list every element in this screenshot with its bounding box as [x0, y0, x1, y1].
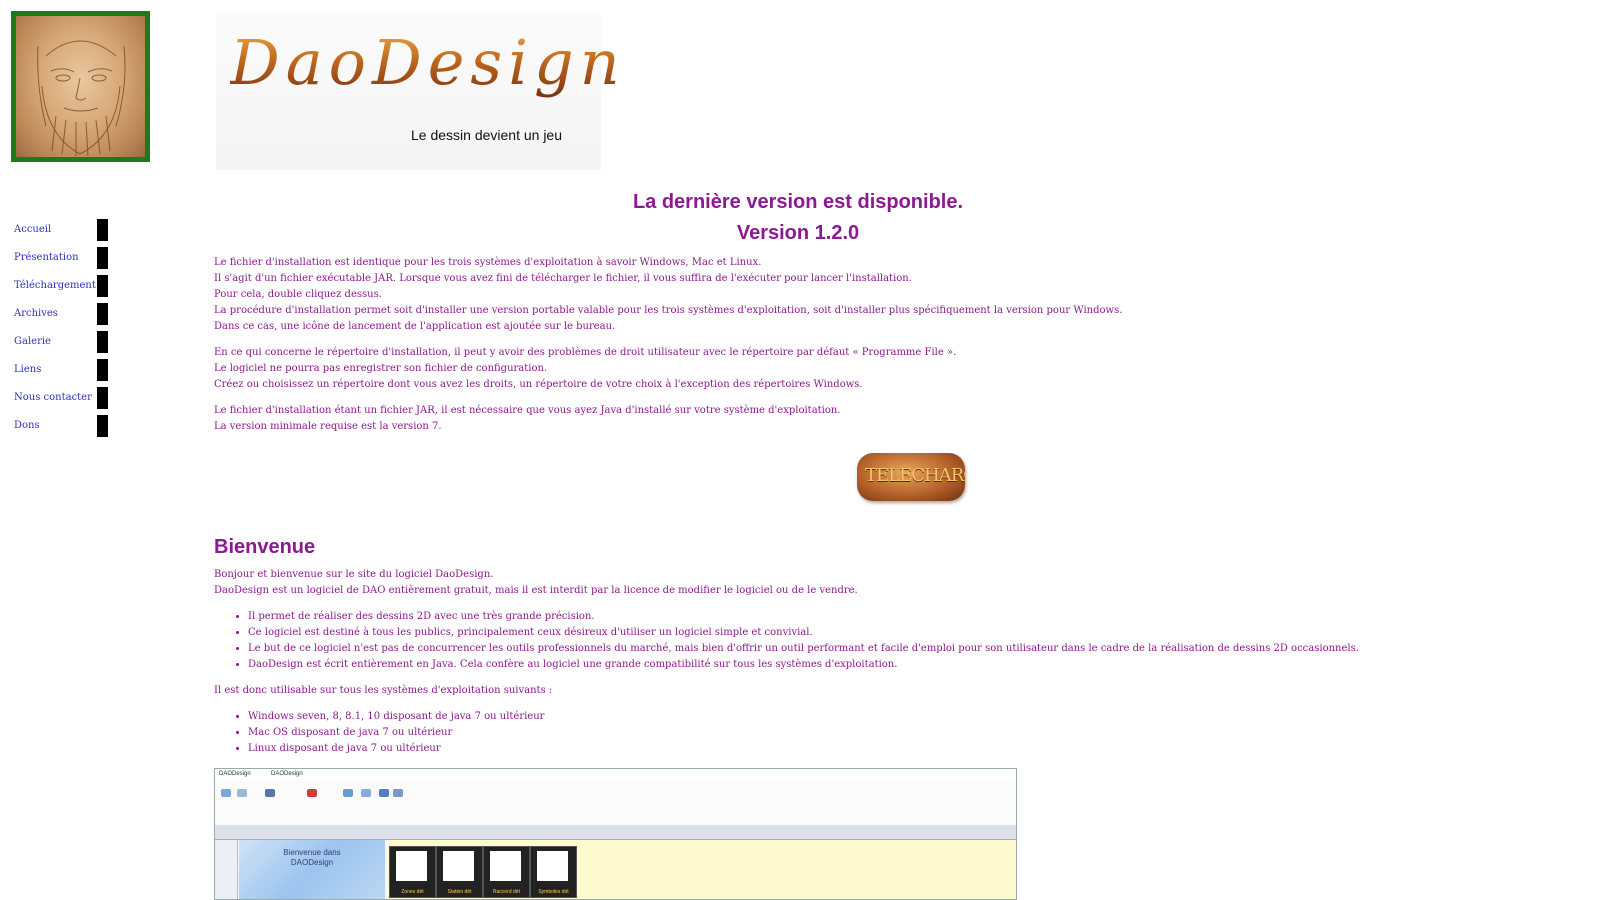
os-intro: Il est donc utilisable sur tous les syst…	[214, 685, 553, 696]
portrait-drawing	[16, 16, 145, 157]
ribbon-icon	[343, 789, 353, 797]
install-paragraph-3: Le fichier d'installation étant un fichi…	[214, 403, 1554, 435]
portrait-sketch	[37, 40, 126, 157]
screenshot-canvas: Zones dét Station dét Raccord dét Symbol…	[387, 840, 1016, 899]
announcement: La dernière version est disponible. Vers…	[0, 187, 1382, 249]
download-area: TELECHARGER	[214, 453, 1554, 517]
thumbnail-label: Symboles dét	[538, 889, 569, 895]
feature-list: Il permet de réaliser des dessins 2D ave…	[214, 609, 1554, 673]
sidebar-item-telechargement[interactable]: Téléchargement	[14, 275, 108, 297]
list-item: Le but de ce logiciel n'est pas de concu…	[248, 641, 1554, 657]
announcement-version: Version 1.2.0	[736, 222, 860, 244]
sidebar-item-liens[interactable]: Liens	[14, 359, 108, 381]
list-item: DaoDesign est écrit entièrement en Java.…	[248, 657, 1554, 673]
download-button-label: TELECHARGER	[865, 465, 965, 486]
ribbon-icon	[265, 789, 275, 797]
text-line: La procédure d'installation permet soit …	[214, 305, 1123, 316]
portrait-image	[11, 11, 150, 162]
screenshot-app-name: DAODesign	[271, 771, 303, 777]
screenshot-welcome-panel: Bienvenue dans DAODesign	[239, 840, 385, 899]
logo-title: DaoDesign	[230, 26, 626, 99]
screenshot-tool-panel	[215, 840, 238, 899]
screenshot-welcome-line: DAODesign	[290, 858, 334, 867]
ribbon-icon	[237, 789, 247, 797]
text-line: Pour cela, double cliquez dessus.	[214, 289, 382, 300]
sidebar-item-presentation[interactable]: Présentation	[14, 247, 108, 269]
text-line: DaoDesign est un logiciel de DAO entière…	[214, 585, 858, 596]
sidebar-item-galerie[interactable]: Galerie	[14, 331, 108, 353]
text-line: Le fichier d'installation étant un fichi…	[214, 405, 841, 416]
ribbon-icon	[379, 789, 389, 797]
download-button[interactable]: TELECHARGER	[857, 453, 965, 501]
list-item: Mac OS disposant de java 7 ou ultérieur	[248, 725, 1554, 741]
announcement-line: La dernière version est disponible.	[632, 191, 964, 213]
screenshot-window-title: DAODesign	[219, 771, 251, 777]
text-line: Il s'agit d'un fichier exécutable JAR. L…	[214, 273, 912, 284]
app-screenshot: DAODesign DAODesign Bienvenue dans DAODe…	[214, 768, 1017, 900]
ribbon-icon	[361, 789, 371, 797]
welcome-title: Bienvenue	[214, 536, 316, 558]
screenshot-titlebar: DAODesign DAODesign	[215, 769, 1016, 781]
install-paragraph-2: En ce qui concerne le répertoire d'insta…	[214, 345, 1554, 393]
thumbnail-label: Raccord dét	[493, 889, 520, 895]
text-line: En ce qui concerne le répertoire d'insta…	[214, 347, 957, 358]
text-line: Dans ce cas, une icône de lancement de l…	[214, 321, 616, 332]
screenshot-thumbnail: Symboles dét	[530, 846, 577, 898]
site-logo[interactable]: DaoDesign Le dessin devient un jeu	[216, 12, 620, 170]
screenshot-thumbnail: Station dét	[436, 846, 483, 898]
welcome-intro: Bonjour et bienvenue sur le site du logi…	[214, 567, 1554, 599]
thumbnail-label: Zones dét	[401, 889, 424, 895]
main-content: La dernière version est disponible. Vers…	[214, 187, 1554, 767]
screenshot-ribbon	[215, 781, 1016, 826]
sidebar-nav: Accueil Présentation Téléchargement Arch…	[14, 219, 108, 443]
list-item: Il permet de réaliser des dessins 2D ave…	[248, 609, 1554, 625]
text-line: La version minimale requise est la versi…	[214, 421, 442, 432]
text-line: Le logiciel ne pourra pas enregistrer so…	[214, 363, 548, 374]
list-item: Linux disposant de java 7 ou ultérieur	[248, 741, 1554, 757]
list-item: Ce logiciel est destiné à tous les publi…	[248, 625, 1554, 641]
sidebar-item-nous-contacter[interactable]: Nous contacter	[14, 387, 108, 409]
list-item: Windows seven, 8, 8.1, 10 disposant de j…	[248, 709, 1554, 725]
ribbon-icon	[393, 789, 403, 797]
screenshot-thumbnail: Zones dét	[389, 846, 436, 898]
sidebar-item-dons[interactable]: Dons	[14, 415, 108, 437]
os-list: Windows seven, 8, 8.1, 10 disposant de j…	[214, 709, 1554, 757]
sidebar-item-archives[interactable]: Archives	[14, 303, 108, 325]
screenshot-welcome-line: Bienvenue dans	[283, 848, 341, 857]
ribbon-icon	[307, 789, 317, 797]
screenshot-thumbnail: Raccord dét	[483, 846, 530, 898]
text-line: Le fichier d'installation est identique …	[214, 257, 762, 268]
logo-tagline: Le dessin devient un jeu	[411, 127, 562, 143]
text-line: Créez ou choisissez un répertoire dont v…	[214, 379, 863, 390]
text-line: Bonjour et bienvenue sur le site du logi…	[214, 569, 494, 580]
ribbon-icon	[221, 789, 231, 797]
thumbnail-label: Station dét	[447, 889, 472, 895]
install-paragraph-1: Le fichier d'installation est identique …	[214, 255, 1554, 335]
screenshot-toolbar	[215, 825, 1016, 840]
